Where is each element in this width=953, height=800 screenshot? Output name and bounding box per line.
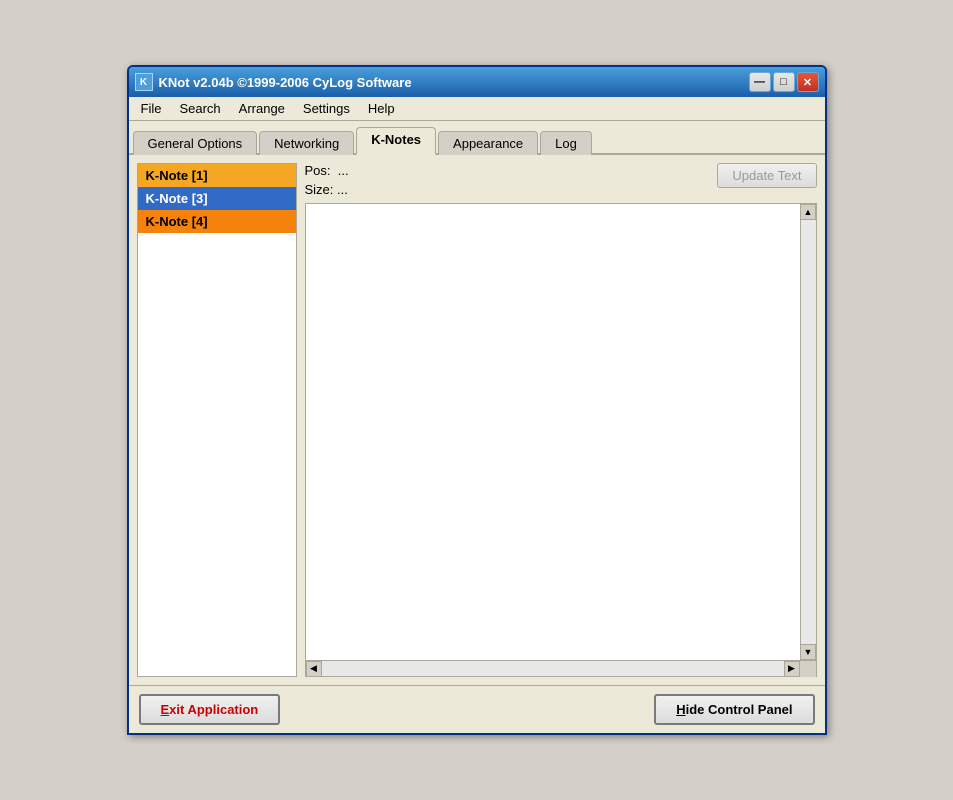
scroll-corner xyxy=(800,661,816,677)
tab-general-options[interactable]: General Options xyxy=(133,131,258,155)
maximize-button[interactable]: □ xyxy=(773,72,795,92)
minimize-button[interactable]: — xyxy=(749,72,771,92)
note-info-row: Pos: ... Size: ... Update Text xyxy=(305,163,817,197)
pos-line: Pos: ... xyxy=(305,163,349,178)
menu-help[interactable]: Help xyxy=(360,99,403,118)
scroll-down-arrow[interactable]: ▼ xyxy=(800,644,816,660)
pos-label: Pos: ... xyxy=(305,163,349,178)
note-detail: Pos: ... Size: ... Update Text ▲ ▼ ◀ xyxy=(305,163,817,677)
size-line: Size: ... xyxy=(305,182,349,197)
title-bar-buttons: — □ ✕ xyxy=(749,72,819,92)
window-title: KNot v2.04b ©1999-2006 CyLog Software xyxy=(159,75,412,90)
note-item-3[interactable]: K-Note [3] xyxy=(138,187,296,210)
hide-label: Hide Control Panel xyxy=(676,702,792,717)
tab-appearance[interactable]: Appearance xyxy=(438,131,538,155)
scroll-right-arrow[interactable]: ▶ xyxy=(784,661,800,677)
horizontal-scrollbar: ◀ ▶ xyxy=(305,661,817,677)
menu-file[interactable]: File xyxy=(133,99,170,118)
menu-bar: File Search Arrange Settings Help xyxy=(129,97,825,121)
scroll-up-arrow[interactable]: ▲ xyxy=(800,204,816,220)
note-item-1[interactable]: K-Note [1] xyxy=(138,164,296,187)
main-window: K KNot v2.04b ©1999-2006 CyLog Software … xyxy=(127,65,827,735)
app-icon: K xyxy=(135,73,153,91)
size-label: Size: ... xyxy=(305,182,348,197)
menu-settings[interactable]: Settings xyxy=(295,99,358,118)
title-bar-left: K KNot v2.04b ©1999-2006 CyLog Software xyxy=(135,73,412,91)
note-text-area[interactable] xyxy=(306,204,816,660)
text-area-wrapper: ▲ ▼ xyxy=(305,203,817,661)
hide-control-panel-button[interactable]: Hide Control Panel xyxy=(654,694,814,725)
tab-bar: General Options Networking K-Notes Appea… xyxy=(129,121,825,155)
close-button[interactable]: ✕ xyxy=(797,72,819,92)
scroll-track-h xyxy=(322,661,784,676)
update-text-button[interactable]: Update Text xyxy=(717,163,816,188)
vertical-scrollbar: ▲ ▼ xyxy=(800,204,816,660)
app-icon-letter: K xyxy=(140,77,147,88)
note-info: Pos: ... Size: ... xyxy=(305,163,349,197)
scroll-left-arrow[interactable]: ◀ xyxy=(306,661,322,677)
menu-arrange[interactable]: Arrange xyxy=(231,99,293,118)
title-bar: K KNot v2.04b ©1999-2006 CyLog Software … xyxy=(129,67,825,97)
tab-networking[interactable]: Networking xyxy=(259,131,354,155)
exit-label: Exit Application xyxy=(161,702,259,717)
notes-list: K-Note [1] K-Note [3] K-Note [4] xyxy=(137,163,297,677)
content-area: K-Note [1] K-Note [3] K-Note [4] Pos: ..… xyxy=(129,155,825,685)
menu-search[interactable]: Search xyxy=(171,99,228,118)
note-item-4[interactable]: K-Note [4] xyxy=(138,210,296,233)
tab-log[interactable]: Log xyxy=(540,131,592,155)
tab-k-notes[interactable]: K-Notes xyxy=(356,127,436,155)
text-area-container: ▲ ▼ ◀ ▶ xyxy=(305,203,817,677)
exit-application-button[interactable]: Exit Application xyxy=(139,694,281,725)
bottom-bar: Exit Application Hide Control Panel xyxy=(129,685,825,733)
